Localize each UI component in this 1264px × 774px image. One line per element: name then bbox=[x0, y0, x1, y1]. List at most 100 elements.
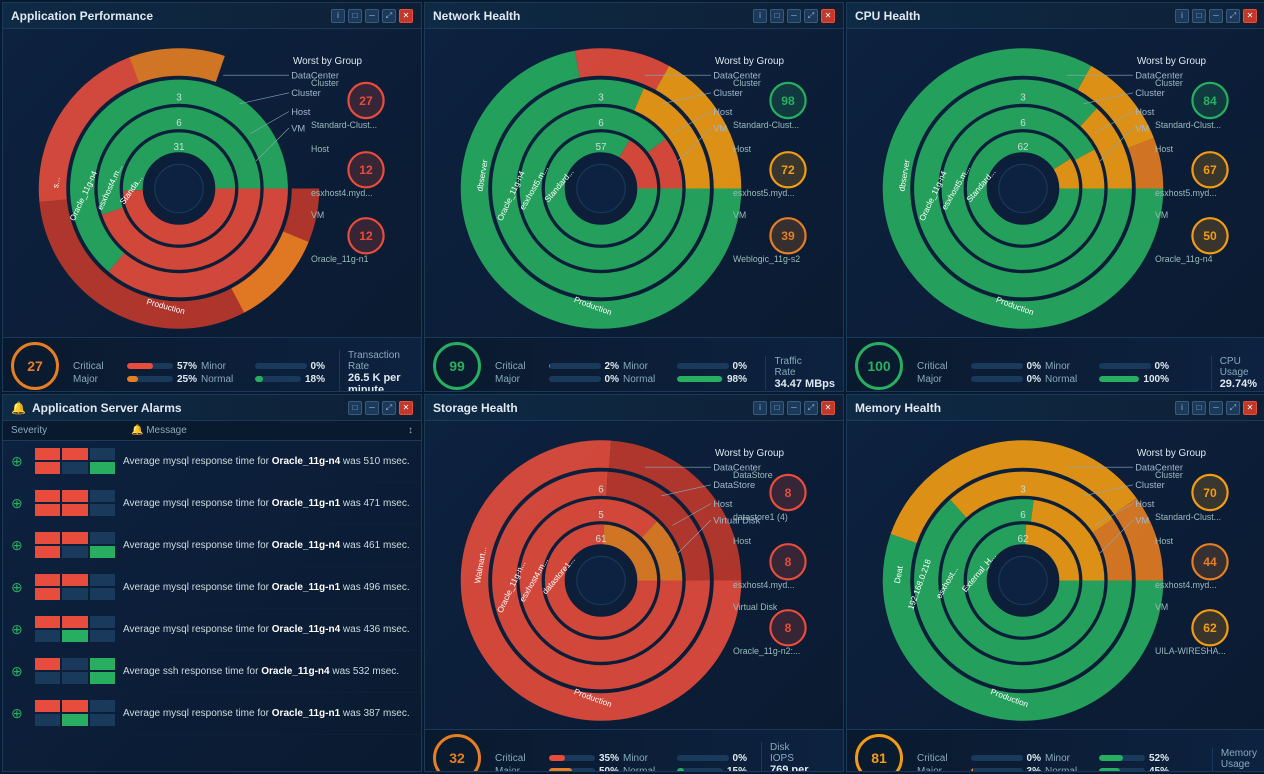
svg-text:Oracle_11g-n1: Oracle_11g-n1 bbox=[311, 254, 369, 264]
panel-controls-alarms: □ ─ ⤢ ✕ bbox=[348, 401, 413, 415]
chart-area-app-performance: 3 6 31 DataCenter Cluster Host VM Oracle… bbox=[3, 29, 421, 337]
minimize-btn-alarms[interactable]: ─ bbox=[365, 401, 379, 415]
add-icon: ⊕ bbox=[11, 705, 27, 722]
info-btn-memory[interactable]: i bbox=[1175, 401, 1189, 415]
panel-title-network: Network Health bbox=[433, 9, 753, 23]
chart-area-network: 3 6 57 DataCenter Cluster Host VM Oracle… bbox=[425, 29, 843, 337]
svg-text:Cluster: Cluster bbox=[1155, 470, 1183, 480]
panel-title-storage: Storage Health bbox=[433, 401, 753, 415]
panel-body-storage: 6 5 61 DataCenter DataStore Host Virtual… bbox=[425, 421, 843, 771]
square-btn-alarms[interactable]: □ bbox=[348, 401, 362, 415]
svg-text:UILA-WIRESHA...: UILA-WIRESHA... bbox=[1155, 646, 1226, 656]
svg-text:3: 3 bbox=[598, 93, 604, 104]
sort-icon[interactable]: ↕ bbox=[408, 425, 413, 436]
panel-app-performance: Application Performance i □ ─ ⤢ ✕ bbox=[2, 2, 422, 392]
svg-text:67: 67 bbox=[1203, 163, 1217, 177]
sunburst-chart-memory: 3 6 62 DataCenter Cluster Host VM 192.16… bbox=[847, 421, 1264, 729]
panel-controls-network: i □ ─ ⤢ ✕ bbox=[753, 9, 835, 23]
svg-text:DataStore: DataStore bbox=[733, 470, 773, 480]
minimize-btn-cpu[interactable]: ─ bbox=[1209, 9, 1223, 23]
minimize-btn-storage[interactable]: ─ bbox=[787, 401, 801, 415]
maximize-btn-network[interactable]: ⤢ bbox=[804, 9, 818, 23]
svg-text:61: 61 bbox=[595, 534, 607, 545]
health-circle-storage: 32 bbox=[433, 734, 481, 773]
svg-text:VM: VM bbox=[1135, 123, 1149, 133]
severity-indicator bbox=[35, 532, 115, 560]
panel-title-memory: Memory Health bbox=[855, 401, 1175, 415]
close-btn-network[interactable]: ✕ bbox=[821, 9, 835, 23]
metric-box-network: Traffic Rate 34.47 MBps bbox=[765, 356, 835, 390]
svg-text:s...: s... bbox=[51, 176, 62, 188]
panel-header-memory: Memory Health i □ ─ ⤢ ✕ bbox=[847, 395, 1264, 421]
svg-text:8: 8 bbox=[785, 555, 792, 569]
minimize-btn-memory[interactable]: ─ bbox=[1209, 401, 1223, 415]
close-btn[interactable]: ✕ bbox=[399, 9, 413, 23]
svg-text:esxhost4.myd...: esxhost4.myd... bbox=[1155, 580, 1217, 590]
svg-text:84: 84 bbox=[1203, 94, 1217, 108]
svg-text:Host: Host bbox=[733, 144, 752, 154]
square-btn-memory[interactable]: □ bbox=[1192, 401, 1206, 415]
panel-network-health: Network Health i □ ─ ⤢ ✕ bbox=[424, 2, 844, 392]
info-btn-storage[interactable]: i bbox=[753, 401, 767, 415]
close-btn-cpu[interactable]: ✕ bbox=[1243, 9, 1257, 23]
svg-text:70: 70 bbox=[1203, 486, 1217, 500]
svg-text:VM: VM bbox=[733, 210, 746, 220]
info-btn-network[interactable]: i bbox=[753, 9, 767, 23]
svg-text:5: 5 bbox=[598, 510, 604, 521]
close-btn-memory[interactable]: ✕ bbox=[1243, 401, 1257, 415]
svg-text:44: 44 bbox=[1203, 555, 1217, 569]
close-btn-storage[interactable]: ✕ bbox=[821, 401, 835, 415]
square-btn-network[interactable]: □ bbox=[770, 9, 784, 23]
panel-header-storage: Storage Health i □ ─ ⤢ ✕ bbox=[425, 395, 843, 421]
maximize-btn-alarms[interactable]: ⤢ bbox=[382, 401, 396, 415]
stats-bar-app-performance: 27 Health Critical 57% Minor 0% Major bbox=[3, 337, 421, 392]
svg-text:Cluster: Cluster bbox=[1155, 78, 1183, 88]
svg-text:Cluster: Cluster bbox=[1135, 480, 1165, 490]
critical-pct: 57% bbox=[177, 361, 197, 372]
svg-text:DataStore: DataStore bbox=[713, 480, 755, 490]
svg-text:8: 8 bbox=[785, 486, 792, 500]
alarm-message: Average mysql response time for Oracle_1… bbox=[123, 455, 413, 468]
alarm-message: Average mysql response time for Oracle_1… bbox=[123, 539, 413, 552]
svg-text:Host: Host bbox=[291, 107, 311, 117]
minimize-btn-network[interactable]: ─ bbox=[787, 9, 801, 23]
svg-text:VM: VM bbox=[291, 123, 305, 133]
chart-area-storage: 6 5 61 DataCenter DataStore Host Virtual… bbox=[425, 421, 843, 729]
health-circle-network: 99 bbox=[433, 342, 481, 390]
panel-alarms: 🔔 Application Server Alarms □ ─ ⤢ ✕ Seve… bbox=[2, 394, 422, 772]
health-circle-cpu: 100 bbox=[855, 342, 903, 390]
minimize-btn[interactable]: ─ bbox=[365, 9, 379, 23]
svg-text:Host: Host bbox=[1135, 107, 1155, 117]
svg-text:62: 62 bbox=[1017, 142, 1028, 153]
maximize-btn-cpu[interactable]: ⤢ bbox=[1226, 9, 1240, 23]
svg-text:Weblogic_11g-s2: Weblogic_11g-s2 bbox=[733, 254, 800, 264]
alarm-message: Average mysql response time for Oracle_1… bbox=[123, 497, 413, 510]
alarm-row: ⊕ Average mysql response time for Oracle… bbox=[3, 483, 421, 525]
svg-text:31: 31 bbox=[173, 142, 185, 153]
square-btn[interactable]: □ bbox=[348, 9, 362, 23]
maximize-btn-memory[interactable]: ⤢ bbox=[1226, 401, 1240, 415]
svg-text:Host: Host bbox=[1155, 144, 1174, 154]
close-btn-alarms[interactable]: ✕ bbox=[399, 401, 413, 415]
panel-header-network: Network Health i □ ─ ⤢ ✕ bbox=[425, 3, 843, 29]
svg-text:12: 12 bbox=[359, 229, 373, 243]
info-btn-cpu[interactable]: i bbox=[1175, 9, 1189, 23]
sunburst-chart-cpu: 3 6 62 DataCenter Cluster Host VM Oracle… bbox=[847, 29, 1264, 337]
panel-controls-storage: i □ ─ ⤢ ✕ bbox=[753, 401, 835, 415]
panel-memory-health: Memory Health i □ ─ ⤢ ✕ bbox=[846, 394, 1264, 772]
svg-text:esxhost4.myd...: esxhost4.myd... bbox=[733, 580, 795, 590]
maximize-btn-storage[interactable]: ⤢ bbox=[804, 401, 818, 415]
svg-text:50: 50 bbox=[1203, 229, 1217, 243]
alarm-message: Average ssh response time for Oracle_11g… bbox=[123, 665, 413, 678]
svg-text:Oracle_11g-n4: Oracle_11g-n4 bbox=[1155, 254, 1213, 264]
info-btn[interactable]: i bbox=[331, 9, 345, 23]
square-btn-storage[interactable]: □ bbox=[770, 401, 784, 415]
svg-text:Worst by Group: Worst by Group bbox=[1137, 56, 1207, 67]
health-circle-memory: 81 bbox=[855, 734, 903, 773]
panel-title-cpu: CPU Health bbox=[855, 9, 1175, 23]
maximize-btn[interactable]: ⤢ bbox=[382, 9, 396, 23]
message-col-header: 🔔 Message ↕ bbox=[131, 425, 413, 436]
panel-storage-health: Storage Health i □ ─ ⤢ ✕ bbox=[424, 394, 844, 772]
square-btn-cpu[interactable]: □ bbox=[1192, 9, 1206, 23]
sunburst-chart-app: 3 6 31 DataCenter Cluster Host VM Oracle… bbox=[3, 29, 421, 337]
